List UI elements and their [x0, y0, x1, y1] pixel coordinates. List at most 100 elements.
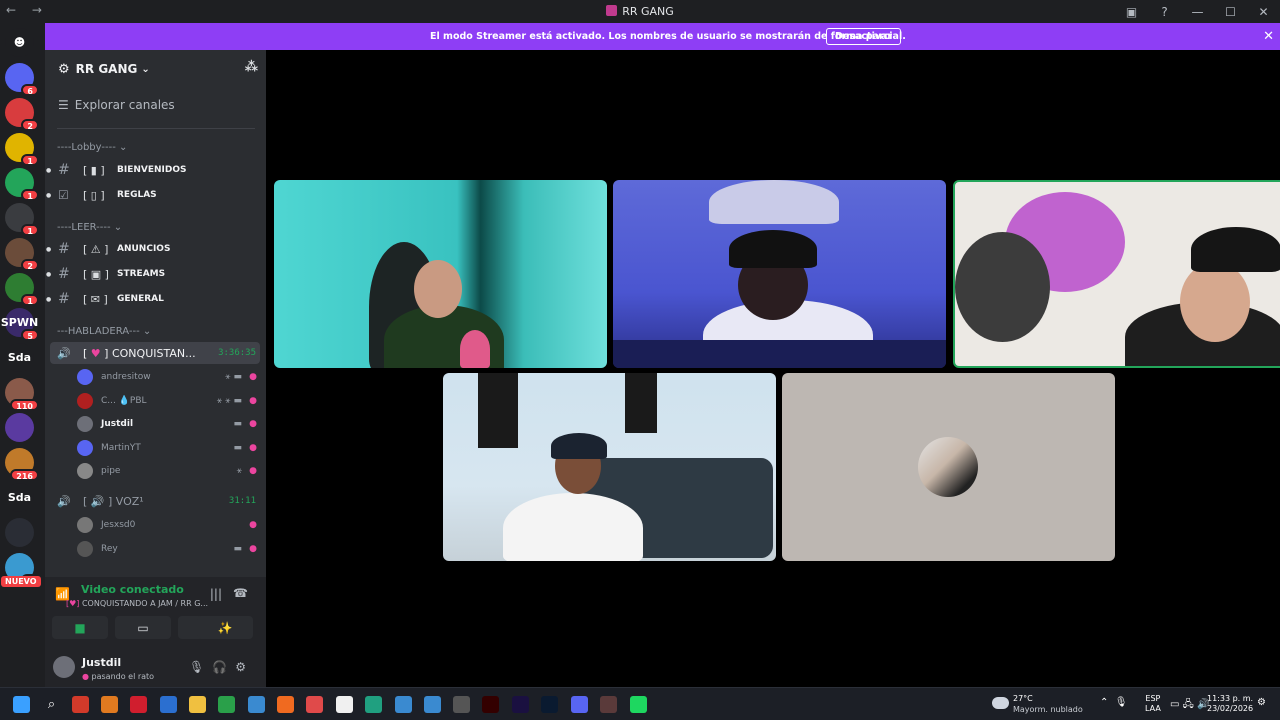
- chrome-icon[interactable]: [395, 696, 412, 713]
- noise-suppression-icon[interactable]: |||: [210, 587, 222, 601]
- category-habladera[interactable]: ---HABLADERA--- ⌄: [57, 326, 151, 337]
- clock[interactable]: 11:33 p. m. 23/02/2026: [1207, 694, 1253, 714]
- network-volume-icons[interactable]: ▭ 🖧 🔊: [1170, 697, 1209, 714]
- server-icon[interactable]: 6: [5, 63, 39, 96]
- server-icon[interactable]: 1: [5, 168, 39, 201]
- voice-member[interactable]: andresitow ⚹▬ ●: [77, 367, 257, 387]
- language-indicator[interactable]: ESP LAA: [1145, 694, 1161, 714]
- voice-member[interactable]: C... 💧PBL ⚹⚹▬ ●: [77, 391, 257, 411]
- voice-channel-path[interactable]: [♥] CONQUISTANDO A JAM / RR G...: [66, 599, 208, 608]
- illustrator-icon[interactable]: [482, 696, 499, 713]
- voice-channel-path-text: CONQUISTANDO A JAM / RR G...: [81, 599, 209, 608]
- app-icon[interactable]: [101, 696, 118, 713]
- spotify-icon[interactable]: [630, 696, 647, 713]
- voice-member[interactable]: pipe ⚹ ●: [77, 461, 257, 481]
- new-badge: NUEVO: [1, 576, 41, 587]
- discord-home-icon[interactable]: ☻: [5, 28, 34, 57]
- person-head: [414, 260, 462, 318]
- premiere-icon[interactable]: [512, 696, 529, 713]
- server-icon[interactable]: 1: [5, 273, 39, 306]
- server-icon[interactable]: 1: [5, 203, 39, 236]
- chrome-icon[interactable]: [424, 696, 441, 713]
- server-header[interactable]: ⚙ RR GANG ⌄ ⁂: [45, 50, 266, 88]
- soundboard-button[interactable]: ✨: [197, 616, 253, 639]
- video-tile-4[interactable]: [443, 373, 776, 561]
- server-icon[interactable]: 216: [5, 448, 39, 481]
- server-icon[interactable]: Sda: [5, 483, 34, 512]
- server-icon[interactable]: 110: [5, 378, 39, 411]
- app-icon[interactable]: [365, 696, 382, 713]
- server-icon[interactable]: [5, 518, 34, 547]
- app-icon[interactable]: [72, 696, 89, 713]
- voice-status[interactable]: Video conectado: [81, 583, 184, 596]
- headset-icon[interactable]: 🎧: [212, 660, 235, 674]
- video-stage: [266, 50, 1280, 687]
- notification-icon[interactable]: ⚙: [1257, 697, 1266, 708]
- video-tile-1[interactable]: [274, 180, 607, 368]
- tray-icons[interactable]: ⌃ 🎙: [1100, 697, 1127, 708]
- channel-name: ANUNCIOS: [117, 244, 171, 254]
- channel-general[interactable]: ● # [ ✉ ] GENERAL: [45, 288, 266, 310]
- explore-channels[interactable]: ☰ Explorar canales: [58, 98, 175, 112]
- mention-badge: 5: [21, 329, 39, 341]
- channel-bienvenidos[interactable]: ● # [ ▮ ] BIENVENIDOS: [45, 159, 266, 181]
- drive-icon[interactable]: [218, 696, 235, 713]
- store-icon[interactable]: [160, 696, 177, 713]
- start-icon[interactable]: [13, 696, 30, 713]
- inbox-icon[interactable]: ▣: [1115, 5, 1148, 19]
- close-window-button[interactable]: ✕: [1247, 5, 1280, 19]
- add-user-icon[interactable]: ⁂: [245, 60, 258, 75]
- microphone-icon[interactable]: 🎙: [189, 660, 212, 674]
- voice-member[interactable]: Justdil ▬ ●: [77, 414, 257, 434]
- mention-badge: 110: [10, 399, 39, 411]
- lang-line1: ESP: [1145, 694, 1161, 703]
- server-icon[interactable]: 2: [5, 238, 39, 271]
- disconnect-icon[interactable]: ☎: [233, 586, 248, 600]
- video-tile-2[interactable]: [613, 180, 946, 368]
- category-leer[interactable]: ----LEER---- ⌄: [57, 222, 122, 233]
- maximize-button[interactable]: ☐: [1214, 5, 1247, 19]
- screen-share-button[interactable]: ▭: [115, 616, 171, 639]
- unread-indicator: ●: [46, 295, 52, 303]
- gear-icon[interactable]: ⚙: [235, 660, 254, 674]
- server-icon[interactable]: SPWN 5: [1, 308, 39, 341]
- deactivate-button[interactable]: Desactivar: [826, 28, 902, 45]
- video-tile-5-audio-only[interactable]: [782, 373, 1115, 561]
- opera-icon[interactable]: [130, 696, 147, 713]
- close-banner-icon[interactable]: ✕: [1263, 29, 1274, 44]
- app-icon[interactable]: [453, 696, 470, 713]
- server-icon[interactable]: 1: [5, 133, 39, 166]
- username[interactable]: Justdil: [82, 656, 121, 669]
- files-icon[interactable]: [189, 696, 206, 713]
- app-icon[interactable]: [600, 696, 617, 713]
- channel-reglas[interactable]: ● ☑ [ ▯ ] REGLAS: [45, 184, 266, 206]
- chrome-icon[interactable]: [248, 696, 265, 713]
- mail-icon[interactable]: [306, 696, 323, 713]
- category-lobby[interactable]: ----Lobby---- ⌄: [57, 142, 127, 153]
- server-icon[interactable]: Sda: [5, 343, 34, 372]
- minimize-button[interactable]: —: [1181, 5, 1214, 19]
- discord-icon[interactable]: [571, 696, 588, 713]
- channel-anuncios[interactable]: ● # [ ⚠ ] ANUNCIOS: [45, 238, 266, 260]
- photoshop-icon[interactable]: [541, 696, 558, 713]
- video-tile-3[interactable]: [953, 180, 1280, 368]
- voice-channel-conquistan[interactable]: 🔊 [ ♥ ] CONQUISTAN... 3:36:35: [50, 342, 260, 364]
- avatar: [77, 463, 93, 479]
- search-icon[interactable]: ⌕: [43, 696, 60, 713]
- voice-channel-voz[interactable]: 🔊 [ 🔊 ] VOZ¹ 31:11: [50, 490, 260, 512]
- firefox-icon[interactable]: [277, 696, 294, 713]
- help-icon[interactable]: ?: [1148, 5, 1181, 19]
- channel-streams[interactable]: ● # [ ▣ ] STREAMS: [45, 263, 266, 285]
- camera-button[interactable]: ■: [52, 616, 108, 639]
- weather-desc: Mayorm. nublado: [1013, 705, 1083, 714]
- voice-channel-label: CONQUISTAN...: [111, 346, 196, 360]
- server-icon[interactable]: [5, 413, 34, 442]
- hash-icon: #: [58, 241, 70, 257]
- voice-channel-name: [ ♥ ] CONQUISTAN...: [83, 346, 196, 360]
- avatar[interactable]: [53, 656, 75, 678]
- voice-member[interactable]: Rey ▬ ●: [77, 539, 257, 559]
- server-icon[interactable]: 2: [5, 98, 39, 131]
- document-icon[interactable]: [336, 696, 353, 713]
- voice-member[interactable]: MartinYT ▬ ●: [77, 438, 257, 458]
- voice-member[interactable]: Jesxsd0 ●: [77, 515, 257, 535]
